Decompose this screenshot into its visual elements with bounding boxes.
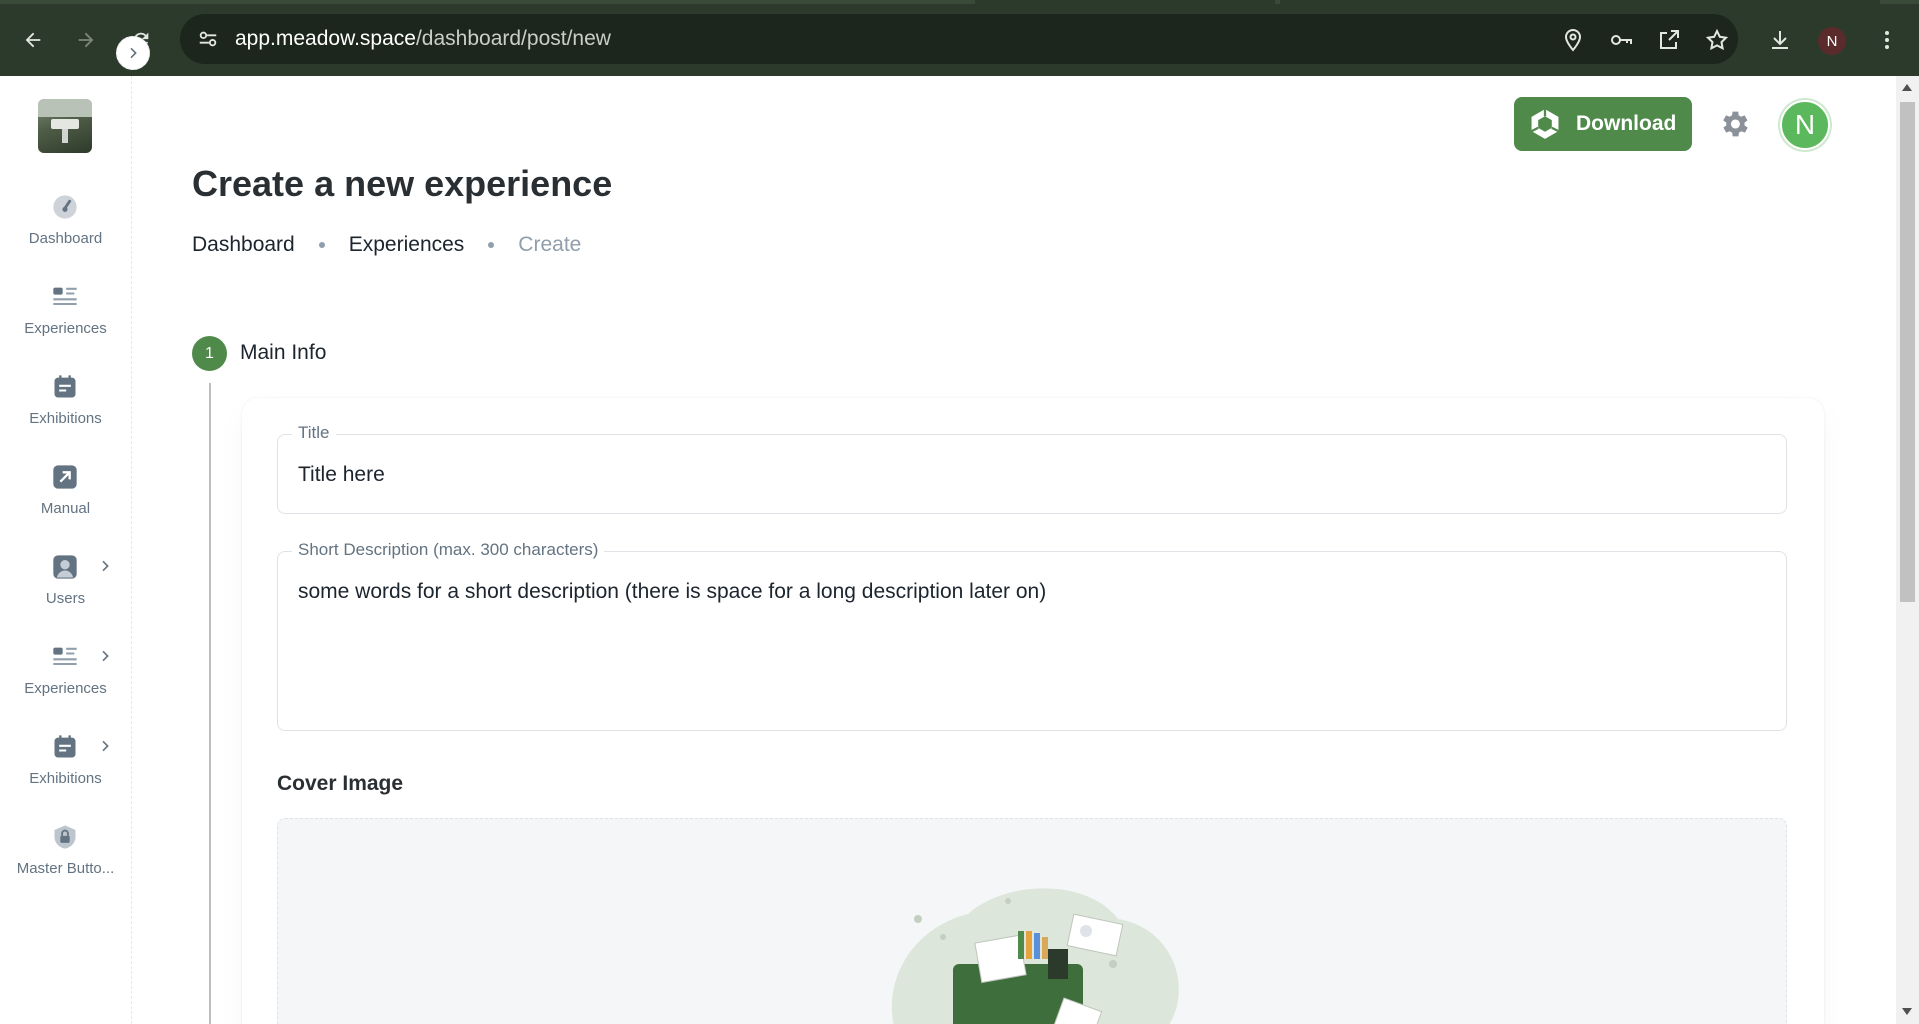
title-field-label: Title [292,423,336,443]
step-number: 1 [192,336,227,371]
sidebar-item-label: Users [45,590,86,607]
sidebar-item-label: Master Butto... [16,860,115,877]
download-label: Download [1576,112,1677,135]
forward-arrow-icon [78,32,94,48]
sidebar-item-users[interactable]: Users [0,544,131,624]
list-icon [50,642,80,672]
sidebar-item-experiences[interactable]: Experiences [0,274,131,354]
sidebar-item-label: Exhibitions [29,770,102,787]
title-field[interactable]: Title Title here [277,423,1787,514]
more-vert-icon [1885,31,1889,49]
calendar-list-icon [50,732,80,762]
chevron-right-icon[interactable] [97,738,113,754]
cover-image-dropzone[interactable] [277,818,1787,1024]
sidebar-item-experiences-group[interactable]: Experiences [0,634,131,714]
back-button[interactable] [13,20,53,60]
sidebar-collapse-button[interactable] [116,36,150,70]
site-settings-icon[interactable] [192,23,224,55]
url-text[interactable]: app.meadow.space/dashboard/post/new [235,27,611,51]
tab-edge [975,0,1275,4]
forward-button[interactable] [66,20,106,60]
sidebar-item-exhibitions[interactable]: Exhibitions [0,364,131,444]
breadcrumb: Dashboard Experiences Create [192,231,581,259]
calendar-list-icon [50,372,80,402]
short-description-label: Short Description (max. 300 characters) [292,540,605,560]
step-label: Main Info [240,341,327,364]
url-path: /dashboard/post/new [415,27,611,50]
browser-toolbar: app.meadow.space/dashboard/post/new N [0,0,1919,76]
gear-icon [1723,111,1748,137]
title-input[interactable]: Title here [298,463,385,487]
address-bar[interactable]: app.meadow.space/dashboard/post/new [180,14,1738,64]
breadcrumb-dashboard[interactable]: Dashboard [192,233,295,257]
scrollbar-thumb[interactable] [1900,102,1915,602]
sidebar-item-exhibitions-group[interactable]: Exhibitions [0,724,131,804]
tab-edge [1280,0,1880,4]
download-button[interactable]: Download [1514,97,1692,151]
short-description-field[interactable]: Short Description (max. 300 characters) … [277,540,1787,731]
user-avatar[interactable]: N [1780,100,1830,150]
sidebar-item-label: Experiences [24,680,107,697]
url-host: app.meadow.space [235,27,416,50]
user-icon [50,552,80,582]
scroll-down-arrow-icon[interactable] [1902,1008,1912,1015]
sidebar-item-label: Experiences [24,320,107,337]
open-in-app-icon[interactable] [1656,27,1682,53]
password-key-icon[interactable] [1608,27,1634,53]
breadcrumb-experiences[interactable]: Experiences [349,233,465,257]
settings-button[interactable] [1716,106,1752,142]
sidebar-item-manual[interactable]: Manual [0,454,131,534]
sidebar-item-label: Exhibitions [29,410,102,427]
sidebar-item-label: Manual [40,500,91,517]
sidebar-item-label: Dashboard [28,230,103,247]
step-connector-line [209,383,211,1024]
sidebar-item-master-buttons[interactable]: Master Butto... [0,814,131,894]
dashboard-gauge-icon [50,192,80,222]
browser-menu-button[interactable] [1867,20,1907,60]
breadcrumb-create: Create [518,233,582,256]
breadcrumb-separator [488,242,495,248]
lock-icon [50,822,80,852]
external-link-icon [50,462,80,492]
breadcrumb-separator [318,242,325,248]
downloads-button[interactable] [1760,20,1800,60]
sidebar-item-dashboard[interactable]: Dashboard [0,184,131,264]
browser-profile-avatar[interactable]: N [1818,27,1846,55]
back-arrow-icon [25,32,41,48]
page-title: Create a new experience [192,163,613,204]
chevron-right-icon[interactable] [97,558,113,574]
app-logo[interactable] [38,99,92,153]
short-description-textarea[interactable]: some words for a short description (ther… [298,580,1046,604]
scroll-up-arrow-icon[interactable] [1902,84,1912,91]
location-icon[interactable] [1560,27,1586,53]
unity-logo-icon [1531,109,1559,139]
chevron-right-icon [130,47,137,59]
upload-illustration [891,888,1179,1024]
bookmark-star-icon[interactable] [1704,27,1730,53]
list-icon [50,282,80,312]
page-scrollbar[interactable] [1896,76,1919,1024]
downloads-icon [1772,31,1788,49]
cover-image-title: Cover Image [277,772,404,795]
chevron-right-icon[interactable] [97,648,113,664]
sidebar: Dashboard Experiences Exhibitions Manual… [0,76,132,1024]
